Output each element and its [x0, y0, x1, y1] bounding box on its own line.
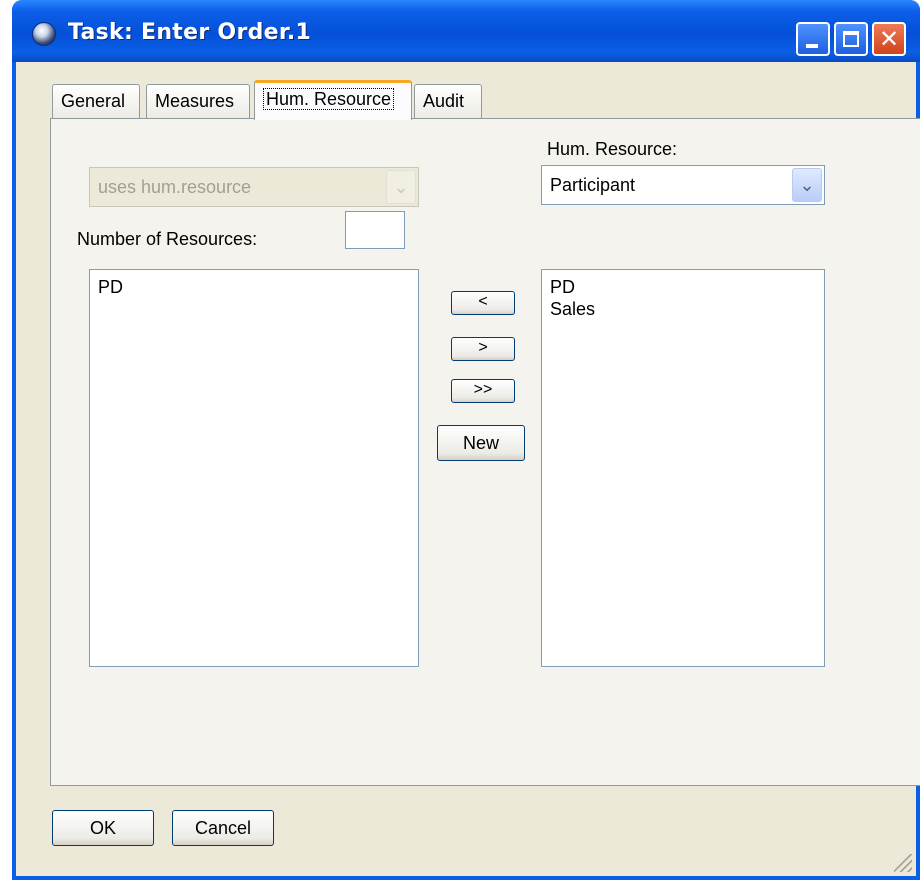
tab-label: Audit [423, 91, 465, 111]
number-of-resources-input[interactable] [345, 211, 405, 249]
hum-resource-combo[interactable]: Participant ⌄ [541, 165, 825, 205]
move-right-button[interactable]: > [451, 337, 515, 361]
tab-label: Measures [155, 91, 235, 111]
uses-hum-resource-combo: uses hum.resource ⌄ [89, 167, 419, 207]
list-item[interactable]: Sales [550, 298, 816, 320]
dialog-window: Task: Enter Order.1 ✕ General Measures H… [12, 0, 920, 880]
tab-label: General [61, 91, 126, 111]
minimize-button[interactable] [796, 22, 830, 56]
title-bar[interactable]: Task: Enter Order.1 ✕ [12, 0, 920, 62]
minimize-icon [806, 44, 818, 48]
combo-value: Participant [550, 175, 636, 195]
resize-grip-icon[interactable] [894, 854, 912, 872]
ok-button[interactable]: OK [52, 810, 154, 846]
tab-label: Hum. Resource [263, 88, 395, 110]
window-title: Task: Enter Order.1 [68, 20, 312, 45]
dialog-client-area: General Measures Hum. Resource Audit use… [16, 62, 920, 876]
app-globe-icon[interactable] [32, 22, 56, 46]
cancel-button[interactable]: Cancel [172, 810, 274, 846]
number-of-resources-label: Number of Resources: [77, 229, 258, 249]
list-item[interactable]: PD [98, 276, 410, 298]
tab-general[interactable]: General [52, 84, 140, 118]
list-item[interactable]: PD [550, 276, 816, 298]
hum-resource-label: Hum. Resource: [547, 139, 678, 159]
move-all-right-button[interactable]: >> [451, 379, 515, 403]
new-button[interactable]: New [437, 425, 525, 461]
tab-hum-resource[interactable]: Hum. Resource [254, 80, 412, 120]
maximize-icon [843, 31, 859, 47]
combo-value: uses hum.resource [98, 177, 252, 197]
move-left-button[interactable]: < [451, 291, 515, 315]
close-button[interactable]: ✕ [872, 22, 906, 56]
chevron-down-icon: ⌄ [386, 170, 416, 204]
hum-resource-panel: uses hum.resource ⌄ Number of Resources:… [50, 118, 920, 786]
chevron-down-icon[interactable]: ⌄ [792, 168, 822, 202]
tab-audit[interactable]: Audit [414, 84, 482, 118]
available-resources-list[interactable]: PD Sales [541, 269, 825, 667]
close-icon: ✕ [878, 25, 900, 53]
maximize-button[interactable] [834, 22, 868, 56]
assigned-resources-list[interactable]: PD [89, 269, 419, 667]
tab-measures[interactable]: Measures [146, 84, 250, 118]
